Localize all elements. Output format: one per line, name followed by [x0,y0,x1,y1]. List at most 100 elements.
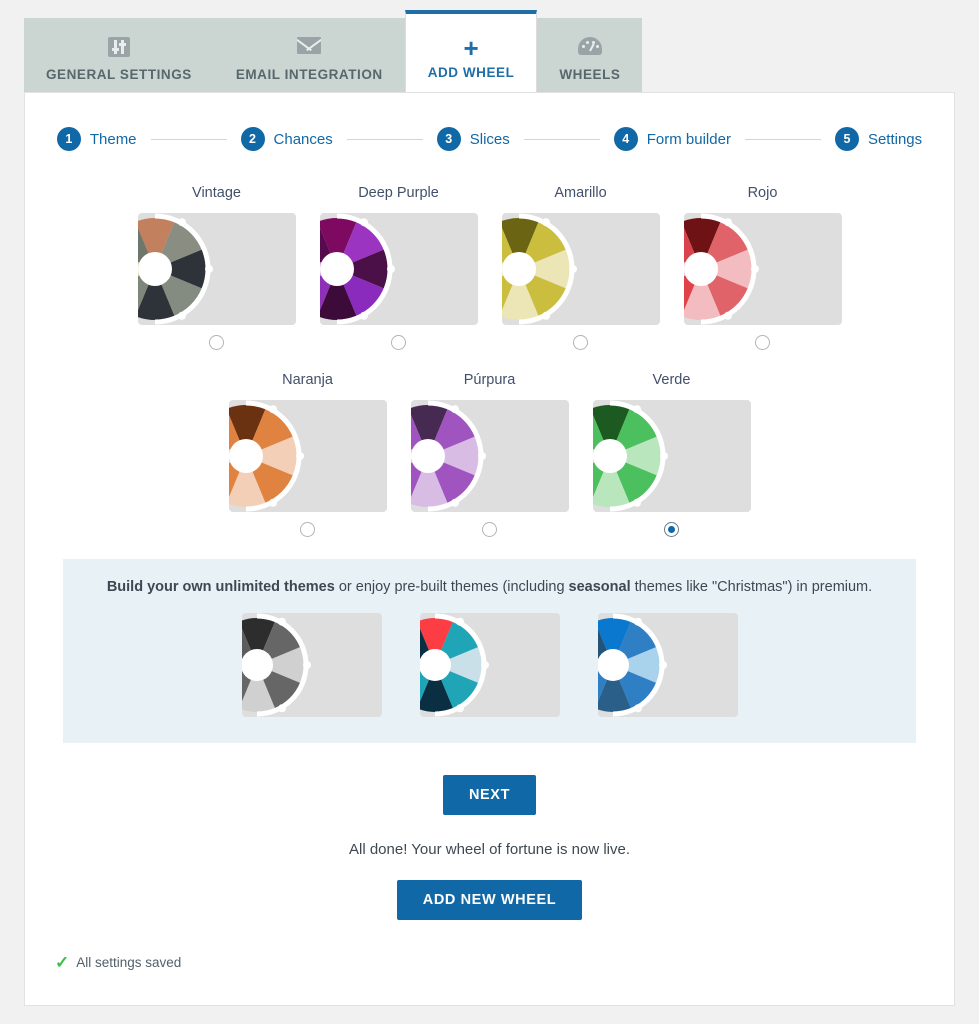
add-new-wheel-button[interactable]: ADD NEW WHEEL [396,880,583,920]
wheel-hub [410,439,445,473]
wheel-peg [723,218,732,227]
wheel-peg [177,218,186,227]
wheel-peg [723,311,732,320]
step-number: 2 [240,127,265,151]
theme-grid-row-1: Vintage Deep Purple Amarillo Rojo [25,185,954,350]
step-connector [346,138,423,140]
tab-label: EMAIL INTEGRATION [235,66,383,82]
tab-label: GENERAL SETTINGS [46,66,192,82]
tab-email-integration[interactable]: EMAIL INTEGRATION [213,18,405,92]
check-icon: ✓ [55,953,70,972]
main-card: 1 Theme 2 Chances 3 Slices 4 Form builder 5 Setti… [24,92,955,1006]
promo-mid-2: themes like "Christmas") in premium. [630,579,873,595]
theme-name: Rojo [747,185,778,201]
theme-name: Amarillo [554,185,607,201]
stepper-item-chances[interactable]: 2 Chances [240,127,333,151]
page-root: GENERAL SETTINGS EMAIL INTEGRATION + ADD… [0,0,979,1024]
step-label: Theme [89,130,137,148]
step-label: Chances [273,130,333,148]
wheel-peg [359,218,368,227]
tab-wheels[interactable]: WHEELS [537,18,643,92]
tab-add-wheel[interactable]: + ADD WHEEL [404,10,538,92]
theme-name: Vintage [192,185,241,201]
wheel-preview[interactable] [592,400,751,512]
step-connector [523,138,600,140]
wheel-peg [386,265,395,273]
theme-name: Naranja [282,372,333,388]
wheel-peg [633,617,642,626]
wheel-peg [632,405,641,414]
wheel-peg [268,405,277,414]
wheel-peg [541,311,550,320]
wheel-preview[interactable] [410,400,569,512]
wheel-peg [450,498,459,507]
step-label: Slices [469,130,510,148]
theme-name: Verde [652,372,691,388]
theme-radio[interactable] [300,522,315,537]
wheel-peg [658,661,667,669]
wheel-peg [177,311,186,320]
theme-radio[interactable] [664,522,679,537]
theme-option-vintage[interactable]: Vintage [137,185,296,350]
wheel-hub [419,649,451,681]
wheel-preview[interactable] [501,213,660,325]
stepper-item-theme[interactable]: 1 Theme [56,127,137,151]
theme-option-rojo[interactable]: Rojo [683,185,842,350]
theme-radio[interactable] [209,335,224,350]
wheel-peg [659,452,668,460]
promo-bold-2: seasonal [568,579,631,595]
wheel-peg [750,265,759,273]
tab-label: WHEELS [559,66,621,82]
wheel-peg [450,405,459,414]
wheel-preview[interactable] [319,213,478,325]
tab-general-settings[interactable]: GENERAL SETTINGS [24,18,214,92]
sliders-icon [107,36,130,63]
mail-icon [297,36,322,63]
theme-name: Púrpura [463,372,516,388]
wheel-peg [541,218,550,227]
tab-label: ADD WHEEL [427,64,515,80]
step-label: Settings [867,130,923,148]
wheel-hub [501,252,536,286]
step-connector [150,138,227,140]
status-saved: ✓ All settings saved [55,954,181,971]
wheel-hub [597,649,629,681]
status-saved-label: All settings saved [76,955,182,970]
wheel-hub [241,649,273,681]
theme-radio[interactable] [391,335,406,350]
premium-wheel-preview [419,613,560,717]
premium-wheel-preview [597,613,738,717]
wheel-peg [568,265,577,273]
premium-wheel-previews [63,613,916,717]
next-button-row: NEXT [25,775,954,815]
next-button[interactable]: NEXT [442,775,537,815]
wizard-stepper: 1 Theme 2 Chances 3 Slices 4 Form builder 5 Setti… [25,93,954,151]
add-new-wheel-row: ADD NEW WHEEL [25,880,954,920]
wheel-preview[interactable] [228,400,387,512]
all-done-message: All done! Your wheel of fortune is now l… [348,841,630,858]
theme-option-deep-purple[interactable]: Deep Purple [319,185,478,350]
theme-radio[interactable] [755,335,770,350]
theme-option-amarillo[interactable]: Amarillo [501,185,660,350]
wheel-peg [480,661,489,669]
stepper-item-settings[interactable]: 5 Settings [834,127,923,151]
wheel-hub [228,439,263,473]
stepper-item-slices[interactable]: 3 Slices [436,127,510,151]
step-number: 4 [613,127,638,151]
wheel-preview[interactable] [137,213,296,325]
theme-option-púrpura[interactable]: Púrpura [410,372,569,537]
theme-radio[interactable] [573,335,588,350]
theme-option-naranja[interactable]: Naranja [228,372,387,537]
premium-wheel-preview [241,613,382,717]
stepper-item-form-builder[interactable]: 4 Form builder [613,127,731,151]
wheel-peg [632,498,641,507]
wheel-peg [277,617,286,626]
theme-radio[interactable] [482,522,497,537]
theme-grid-row-2: Naranja Púrpura Verde [25,372,954,537]
wheel-peg [268,498,277,507]
theme-option-verde[interactable]: Verde [592,372,751,537]
wheel-hub [319,252,354,286]
step-number: 1 [56,127,81,151]
promo-text: Build your own unlimited themes or enjoy… [63,579,916,595]
wheel-preview[interactable] [683,213,842,325]
